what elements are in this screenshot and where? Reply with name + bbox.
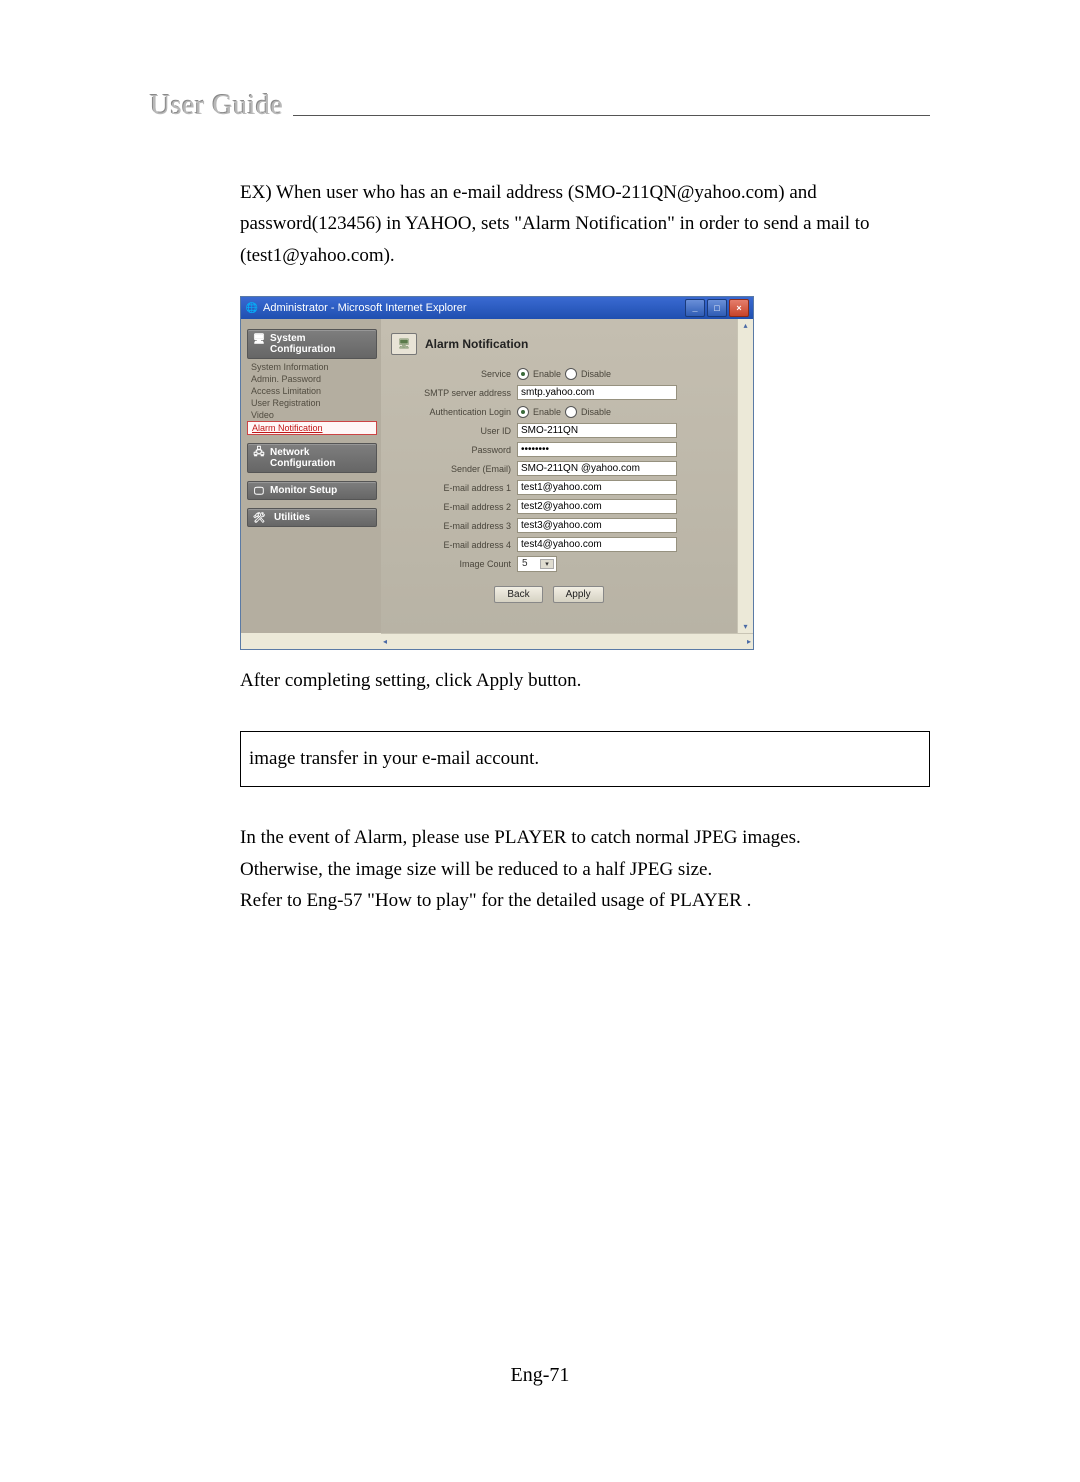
maximize-button[interactable]: □ <box>707 299 727 317</box>
back-button[interactable]: Back <box>494 586 542 603</box>
radio-service-enable[interactable] <box>517 368 529 380</box>
scroll-down-icon: ▾ <box>743 622 747 631</box>
radio-label: Disable <box>581 369 611 379</box>
text-line: Refer to Eng-57 "How to play" for the de… <box>240 885 930 916</box>
intro-line: (test1@yahoo.com). <box>240 240 930 271</box>
sidebar-cat-system[interactable]: 🖥System Configuration <box>247 329 377 359</box>
label-email4: E-mail address 4 <box>381 540 517 550</box>
label-email3: E-mail address 3 <box>381 521 517 531</box>
monitor-setup-icon: 🖵 <box>251 484 267 498</box>
sidebar: 🖥System Configuration System Information… <box>241 319 381 633</box>
network-icon: 🖧 <box>251 446 267 460</box>
sidebar-cat-label: Monitor Setup <box>270 485 337 496</box>
client-area: 🖥System Configuration System Information… <box>241 319 737 633</box>
label-password: Password <box>381 445 517 455</box>
titlebar: 🌐 Administrator - Microsoft Internet Exp… <box>241 297 753 319</box>
apply-button[interactable]: Apply <box>553 586 604 603</box>
select-imgcount[interactable]: 5 ▾ <box>517 556 557 572</box>
sidebar-item-adminpw[interactable]: Admin. Password <box>247 373 377 385</box>
text-line: Otherwise, the image size will be reduce… <box>240 854 930 885</box>
radio-label: Enable <box>533 407 561 417</box>
radio-auth-disable[interactable] <box>565 406 577 418</box>
sidebar-item-alarm[interactable]: Alarm Notification <box>247 421 377 435</box>
sidebar-item-userreg[interactable]: User Registration <box>247 397 377 409</box>
panel-icon: 🖥 <box>391 333 417 355</box>
input-email4[interactable] <box>517 537 677 552</box>
monitor-icon: 🖥 <box>251 332 267 346</box>
input-sender[interactable] <box>517 461 677 476</box>
sidebar-cat-monitor[interactable]: 🖵Monitor Setup <box>247 481 377 500</box>
input-smtp[interactable] <box>517 385 677 400</box>
vertical-scrollbar[interactable]: ▴ ▾ <box>737 319 753 633</box>
close-button[interactable]: × <box>729 299 749 317</box>
tools-icon: 🛠 <box>251 511 267 525</box>
input-email1[interactable] <box>517 480 677 495</box>
minimize-button[interactable]: _ <box>685 299 705 317</box>
intro-line: EX) When user who has an e-mail address … <box>240 177 930 208</box>
page-header: User Guide <box>150 90 930 122</box>
label-sender: Sender (Email) <box>381 464 517 474</box>
sidebar-cat-label: System Configuration <box>270 333 336 355</box>
header-rule <box>293 115 930 116</box>
after-paragraph-1: After completing setting, click Apply bu… <box>240 665 930 696</box>
label-email2: E-mail address 2 <box>381 502 517 512</box>
label-smtp: SMTP server address <box>381 388 517 398</box>
input-email2[interactable] <box>517 499 677 514</box>
label-imgcount: Image Count <box>381 559 517 569</box>
radio-label: Enable <box>533 369 561 379</box>
sidebar-item-video[interactable]: Video <box>247 409 377 421</box>
radio-service-disable[interactable] <box>565 368 577 380</box>
text-line: In the event of Alarm, please use PLAYER… <box>240 822 930 853</box>
label-service: Service <box>381 369 517 379</box>
input-userid[interactable] <box>517 423 677 438</box>
browser-window: 🌐 Administrator - Microsoft Internet Exp… <box>240 296 754 650</box>
note-box: image transfer in your e-mail account. <box>240 731 930 787</box>
main-panel: 🖥 Alarm Notification Service Enable Disa… <box>381 319 737 633</box>
label-email1: E-mail address 1 <box>381 483 517 493</box>
sidebar-cat-network[interactable]: 🖧Network Configuration <box>247 443 377 473</box>
panel-title: Alarm Notification <box>425 337 528 351</box>
scroll-up-icon: ▴ <box>743 321 747 330</box>
window-title: Administrator - Microsoft Internet Explo… <box>263 302 681 314</box>
ie-icon: 🌐 <box>245 301 259 315</box>
chevron-down-icon: ▾ <box>540 559 554 569</box>
radio-label: Disable <box>581 407 611 417</box>
screenshot: 🌐 Administrator - Microsoft Internet Exp… <box>240 296 930 650</box>
scroll-left-icon: ◂ <box>383 637 387 646</box>
horizontal-scrollbar[interactable]: ◂ ▸ <box>381 633 753 649</box>
sidebar-cat-utilities[interactable]: 🛠 Utilities <box>247 508 377 527</box>
sidebar-item-access[interactable]: Access Limitation <box>247 385 377 397</box>
page-number: Eng-71 <box>0 1364 1080 1387</box>
radio-auth-enable[interactable] <box>517 406 529 418</box>
label-auth: Authentication Login <box>381 407 517 417</box>
header-title: User Guide <box>150 90 283 122</box>
sidebar-cat-label: Network Configuration <box>270 447 336 469</box>
input-password[interactable] <box>517 442 677 457</box>
scroll-right-icon: ▸ <box>747 637 751 646</box>
input-email3[interactable] <box>517 518 677 533</box>
sidebar-cat-label: Utilities <box>274 512 310 523</box>
label-userid: User ID <box>381 426 517 436</box>
sidebar-item-sysinfo[interactable]: System Information <box>247 361 377 373</box>
intro-paragraph: EX) When user who has an e-mail address … <box>240 177 930 271</box>
select-value: 5 <box>522 558 528 569</box>
intro-line: password(123456) in YAHOO, sets "Alarm N… <box>240 208 930 239</box>
after-paragraph-2: In the event of Alarm, please use PLAYER… <box>240 822 930 916</box>
